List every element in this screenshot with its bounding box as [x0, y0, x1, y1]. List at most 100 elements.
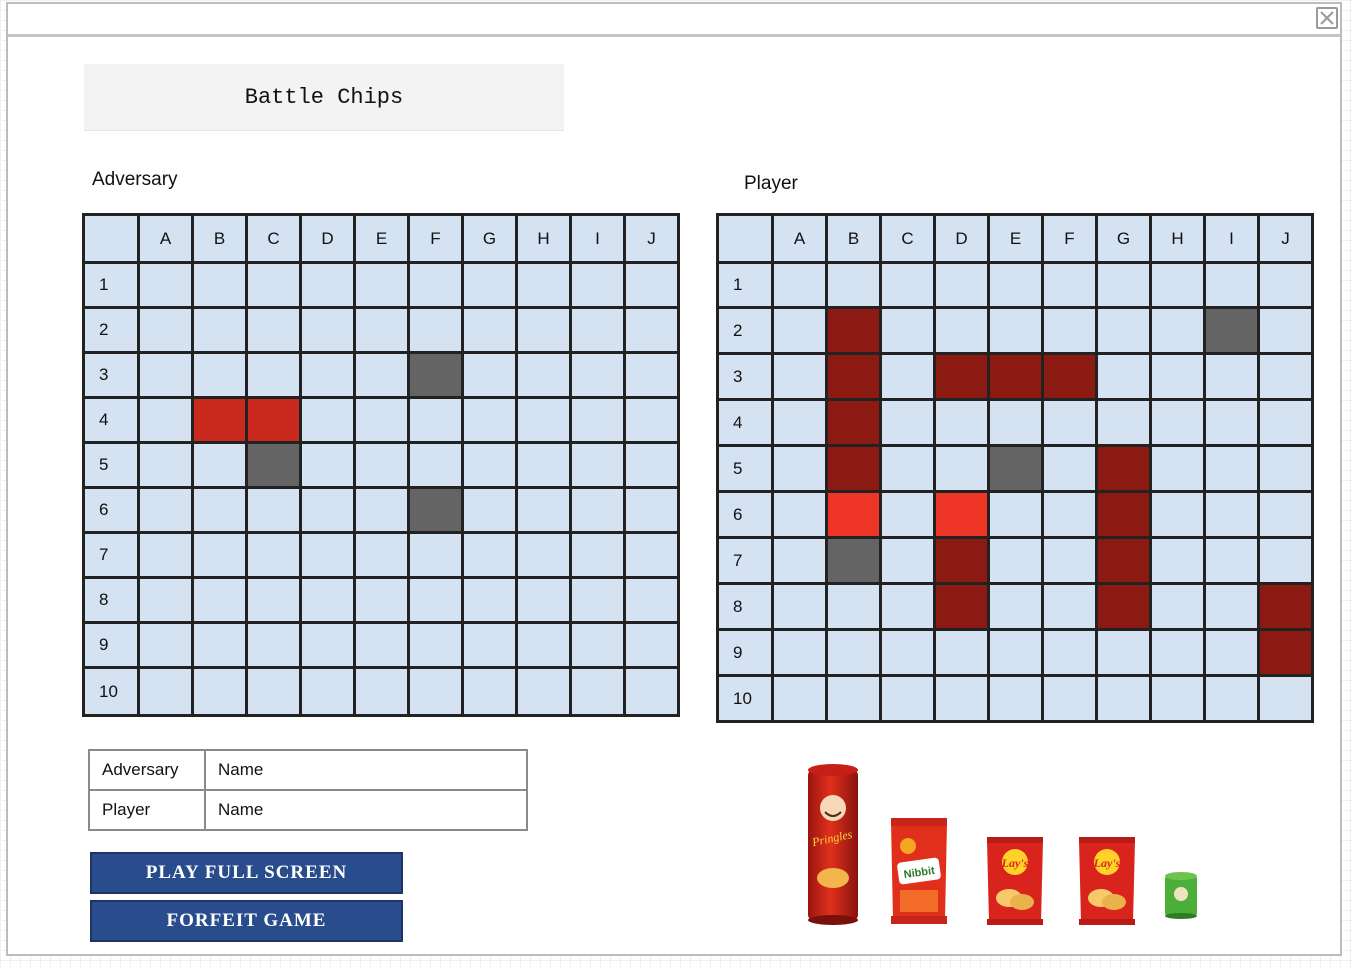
adversary-cell-f4[interactable] — [407, 396, 464, 444]
adversary-cell-e2[interactable] — [353, 306, 410, 354]
adversary-cell-a2[interactable] — [137, 306, 194, 354]
adversary-cell-i4[interactable] — [569, 396, 626, 444]
player-cell-f2[interactable] — [1041, 306, 1098, 355]
player-cell-g7[interactable] — [1095, 536, 1152, 585]
player-cell-h7[interactable] — [1149, 536, 1206, 585]
adversary-cell-b5[interactable] — [191, 441, 248, 489]
player-cell-g9[interactable] — [1095, 628, 1152, 677]
adversary-cell-c9[interactable] — [245, 621, 302, 669]
player-cell-g5[interactable] — [1095, 444, 1152, 493]
adversary-cell-g10[interactable] — [461, 666, 518, 717]
adversary-cell-c1[interactable] — [245, 261, 302, 309]
player-cell-j9[interactable] — [1257, 628, 1314, 677]
player-cell-b5[interactable] — [825, 444, 882, 493]
player-cell-d9[interactable] — [933, 628, 990, 677]
adversary-cell-g7[interactable] — [461, 531, 518, 579]
adversary-cell-i3[interactable] — [569, 351, 626, 399]
player-cell-c8[interactable] — [879, 582, 936, 631]
player-cell-e10[interactable] — [987, 674, 1044, 723]
adversary-cell-g9[interactable] — [461, 621, 518, 669]
player-cell-i1[interactable] — [1203, 261, 1260, 309]
player-cell-j3[interactable] — [1257, 352, 1314, 401]
player-cell-f4[interactable] — [1041, 398, 1098, 447]
adversary-cell-i6[interactable] — [569, 486, 626, 534]
player-cell-e1[interactable] — [987, 261, 1044, 309]
adversary-cell-h3[interactable] — [515, 351, 572, 399]
adversary-cell-h6[interactable] — [515, 486, 572, 534]
player-cell-e4[interactable] — [987, 398, 1044, 447]
adversary-cell-e10[interactable] — [353, 666, 410, 717]
player-cell-d10[interactable] — [933, 674, 990, 723]
adversary-cell-a1[interactable] — [137, 261, 194, 309]
player-cell-g2[interactable] — [1095, 306, 1152, 355]
player-cell-c1[interactable] — [879, 261, 936, 309]
player-cell-f5[interactable] — [1041, 444, 1098, 493]
adversary-cell-a6[interactable] — [137, 486, 194, 534]
player-cell-e2[interactable] — [987, 306, 1044, 355]
player-cell-g3[interactable] — [1095, 352, 1152, 401]
adversary-cell-h4[interactable] — [515, 396, 572, 444]
player-cell-d2[interactable] — [933, 306, 990, 355]
player-cell-f7[interactable] — [1041, 536, 1098, 585]
player-cell-e7[interactable] — [987, 536, 1044, 585]
player-cell-i7[interactable] — [1203, 536, 1260, 585]
adversary-cell-c10[interactable] — [245, 666, 302, 717]
adversary-cell-j10[interactable] — [623, 666, 680, 717]
player-cell-i10[interactable] — [1203, 674, 1260, 723]
player-cell-h3[interactable] — [1149, 352, 1206, 401]
adversary-cell-c2[interactable] — [245, 306, 302, 354]
adversary-cell-d7[interactable] — [299, 531, 356, 579]
adversary-cell-g6[interactable] — [461, 486, 518, 534]
adversary-cell-c4[interactable] — [245, 396, 302, 444]
adversary-cell-a8[interactable] — [137, 576, 194, 624]
forfeit-game-button[interactable]: FORFEIT GAME — [90, 900, 403, 942]
player-cell-c7[interactable] — [879, 536, 936, 585]
adversary-cell-b10[interactable] — [191, 666, 248, 717]
player-cell-i8[interactable] — [1203, 582, 1260, 631]
player-cell-c3[interactable] — [879, 352, 936, 401]
adversary-cell-a5[interactable] — [137, 441, 194, 489]
player-cell-g1[interactable] — [1095, 261, 1152, 309]
adversary-cell-c7[interactable] — [245, 531, 302, 579]
adversary-cell-a9[interactable] — [137, 621, 194, 669]
adversary-cell-j8[interactable] — [623, 576, 680, 624]
adversary-cell-e7[interactable] — [353, 531, 410, 579]
adversary-cell-b9[interactable] — [191, 621, 248, 669]
player-cell-c2[interactable] — [879, 306, 936, 355]
player-cell-d3[interactable] — [933, 352, 990, 401]
player-cell-f6[interactable] — [1041, 490, 1098, 539]
player-cell-e9[interactable] — [987, 628, 1044, 677]
player-cell-b6[interactable] — [825, 490, 882, 539]
adversary-cell-j5[interactable] — [623, 441, 680, 489]
adversary-cell-i5[interactable] — [569, 441, 626, 489]
adversary-cell-f6[interactable] — [407, 486, 464, 534]
player-cell-f8[interactable] — [1041, 582, 1098, 631]
player-cell-b7[interactable] — [825, 536, 882, 585]
player-cell-a5[interactable] — [771, 444, 828, 493]
adversary-cell-f2[interactable] — [407, 306, 464, 354]
player-cell-j4[interactable] — [1257, 398, 1314, 447]
play-full-screen-button[interactable]: PLAY FULL SCREEN — [90, 852, 403, 894]
adversary-cell-e1[interactable] — [353, 261, 410, 309]
adversary-cell-e4[interactable] — [353, 396, 410, 444]
adversary-cell-j7[interactable] — [623, 531, 680, 579]
player-cell-g6[interactable] — [1095, 490, 1152, 539]
adversary-cell-j1[interactable] — [623, 261, 680, 309]
player-cell-h6[interactable] — [1149, 490, 1206, 539]
player-cell-f9[interactable] — [1041, 628, 1098, 677]
adversary-cell-d1[interactable] — [299, 261, 356, 309]
player-cell-b3[interactable] — [825, 352, 882, 401]
adversary-cell-b3[interactable] — [191, 351, 248, 399]
adversary-cell-h9[interactable] — [515, 621, 572, 669]
player-cell-h8[interactable] — [1149, 582, 1206, 631]
player-cell-e3[interactable] — [987, 352, 1044, 401]
player-cell-a10[interactable] — [771, 674, 828, 723]
adversary-cell-f8[interactable] — [407, 576, 464, 624]
adversary-cell-e6[interactable] — [353, 486, 410, 534]
player-cell-d8[interactable] — [933, 582, 990, 631]
adversary-cell-g2[interactable] — [461, 306, 518, 354]
player-cell-a1[interactable] — [771, 261, 828, 309]
adversary-cell-j3[interactable] — [623, 351, 680, 399]
player-cell-e6[interactable] — [987, 490, 1044, 539]
player-cell-a3[interactable] — [771, 352, 828, 401]
